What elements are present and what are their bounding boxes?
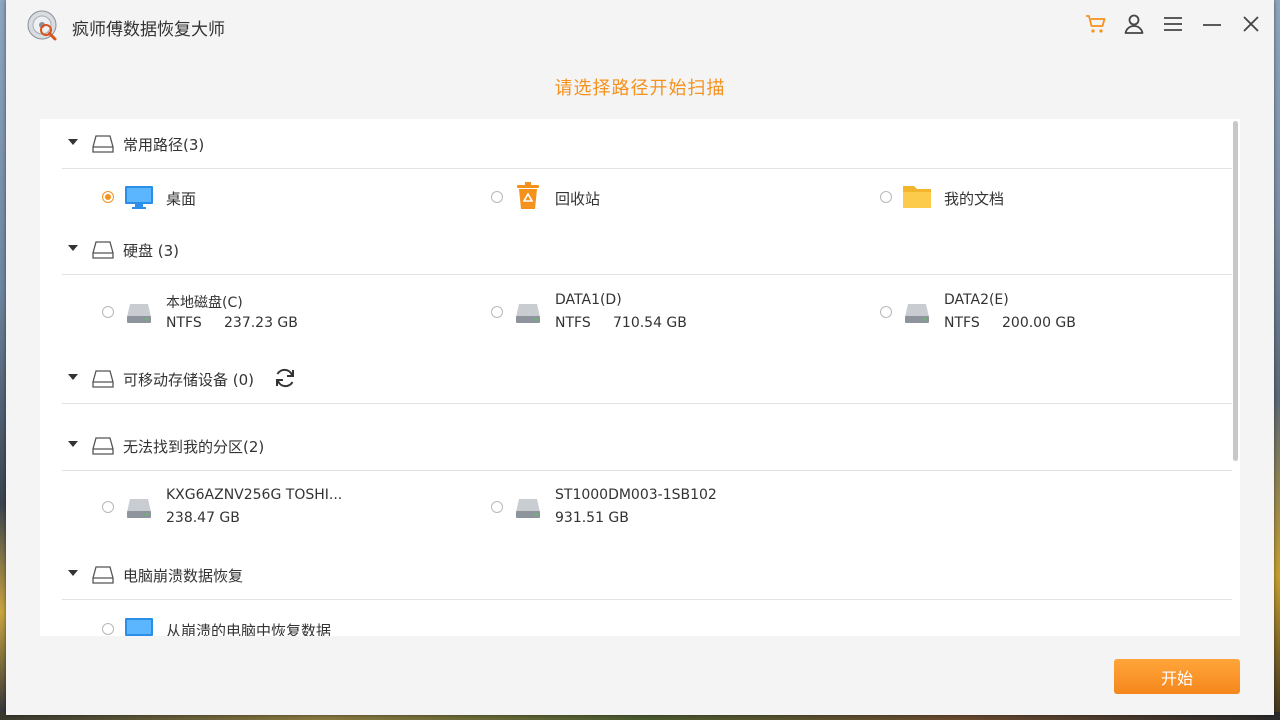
section-hard-disks[interactable]: 硬盘 (3) (40, 225, 1232, 275)
path-label: 回收站 (555, 190, 601, 208)
radio-button[interactable] (102, 306, 114, 318)
cart-icon[interactable] (1084, 12, 1108, 36)
section-title: 常用路径(3) (123, 136, 205, 154)
recycle-bin-icon (517, 182, 539, 209)
disk-name: KXG6AZNV256G TOSHI... (166, 487, 343, 503)
divider (62, 168, 1232, 169)
collapse-caret-icon[interactable] (68, 245, 78, 251)
disk-filesystem: NTFS (944, 315, 980, 331)
path-label: 我的文档 (944, 190, 1005, 208)
radio-button[interactable] (102, 623, 114, 635)
disk-name: DATA2(E) (944, 292, 1009, 308)
refresh-icon[interactable] (273, 366, 297, 390)
collapse-caret-icon[interactable] (68, 441, 78, 447)
disk-name: ST1000DM003-1SB102 (555, 487, 717, 503)
divider (62, 599, 1232, 600)
disk-size: 200.00 GB (1002, 315, 1076, 331)
user-icon[interactable] (1122, 12, 1146, 36)
section-lost-partitions[interactable]: 无法找到我的分区(2) (40, 421, 1232, 471)
disk-size: 237.23 GB (224, 315, 298, 331)
disk-item-e[interactable]: DATA2(E) NTFS 200.00 GB (880, 292, 1240, 336)
section-crash-recovery[interactable]: 电脑崩溃数据恢复 (40, 550, 1232, 600)
radio-button[interactable] (491, 306, 503, 318)
disk-name: DATA1(D) (555, 292, 622, 308)
scrollbar[interactable] (1232, 119, 1240, 636)
lost-disk-item[interactable]: ST1000DM003-1SB102 931.51 GB (491, 487, 871, 531)
hard-disk-icon (516, 499, 540, 518)
folder-icon (903, 186, 931, 208)
hard-disk-icon (516, 304, 540, 323)
path-label: 桌面 (166, 190, 197, 208)
section-title: 无法找到我的分区(2) (123, 438, 265, 456)
collapse-caret-icon[interactable] (68, 374, 78, 380)
disk-item-c[interactable]: 本地磁盘(C) NTFS 237.23 GB (102, 292, 482, 336)
crash-recovery-item[interactable]: 从崩溃的电脑中恢复数据 (102, 609, 482, 636)
disk-filesystem: NTFS (555, 315, 591, 331)
scrollbar-thumb[interactable] (1233, 121, 1238, 461)
path-item-desktop[interactable]: 桌面 (102, 177, 482, 221)
title-bar[interactable]: 疯师傅数据恢复大师 (6, 0, 1274, 48)
disk-item-d[interactable]: DATA1(D) NTFS 710.54 GB (491, 292, 871, 336)
radio-button[interactable] (880, 306, 892, 318)
close-icon[interactable] (1239, 12, 1263, 36)
section-title: 硬盘 (3) (123, 242, 180, 260)
start-button[interactable]: 开始 (1114, 659, 1240, 694)
section-common-paths[interactable]: 常用路径(3) (40, 119, 1232, 169)
disk-name: 本地磁盘(C) (166, 295, 243, 311)
path-item-my-documents[interactable]: 我的文档 (880, 177, 1240, 221)
app-title: 疯师傅数据恢复大师 (72, 20, 225, 40)
radio-button[interactable] (102, 191, 114, 203)
drive-outline-icon (92, 135, 114, 153)
collapse-caret-icon[interactable] (68, 139, 78, 145)
disk-size: 931.51 GB (555, 510, 629, 526)
disk-filesystem: NTFS (166, 315, 202, 331)
section-removable-storage[interactable]: 可移动存储设备 (0) (40, 354, 1232, 404)
section-title: 电脑崩溃数据恢复 (123, 567, 244, 585)
app-logo-icon (27, 10, 57, 41)
monitor-icon (125, 618, 153, 636)
divider (62, 274, 1232, 275)
disk-size: 238.47 GB (166, 510, 240, 526)
divider (62, 470, 1232, 471)
menu-icon[interactable] (1161, 12, 1185, 36)
drive-outline-icon (92, 437, 114, 455)
divider (62, 403, 1232, 404)
lost-disk-item[interactable]: KXG6AZNV256G TOSHI... 238.47 GB (102, 487, 482, 531)
drive-outline-icon (92, 566, 114, 584)
hard-disk-icon (127, 304, 151, 323)
path-label: 从崩溃的电脑中恢复数据 (166, 622, 332, 636)
drive-outline-icon (92, 370, 114, 388)
collapse-caret-icon[interactable] (68, 570, 78, 576)
hard-disk-icon (905, 304, 929, 323)
path-list-panel[interactable]: 常用路径(3) 桌面 回收站 我的文档 硬盘 (3) 本地磁盘(C) NTFS … (40, 119, 1240, 636)
section-title: 可移动存储设备 (0) (123, 371, 255, 389)
radio-button[interactable] (491, 501, 503, 513)
drive-outline-icon (92, 241, 114, 259)
app-window: 疯师傅数据恢复大师 请选择路径开始扫描 常用路径(3) 桌面 回收站 我的文档 … (6, 0, 1274, 715)
hard-disk-icon (127, 499, 151, 518)
minimize-icon[interactable] (1200, 12, 1224, 36)
path-item-recycle-bin[interactable]: 回收站 (491, 177, 871, 221)
disk-size: 710.54 GB (613, 315, 687, 331)
radio-button[interactable] (491, 191, 503, 203)
radio-button[interactable] (102, 501, 114, 513)
desktop-icon (125, 186, 153, 209)
radio-button[interactable] (880, 191, 892, 203)
page-subtitle: 请选择路径开始扫描 (554, 78, 726, 99)
